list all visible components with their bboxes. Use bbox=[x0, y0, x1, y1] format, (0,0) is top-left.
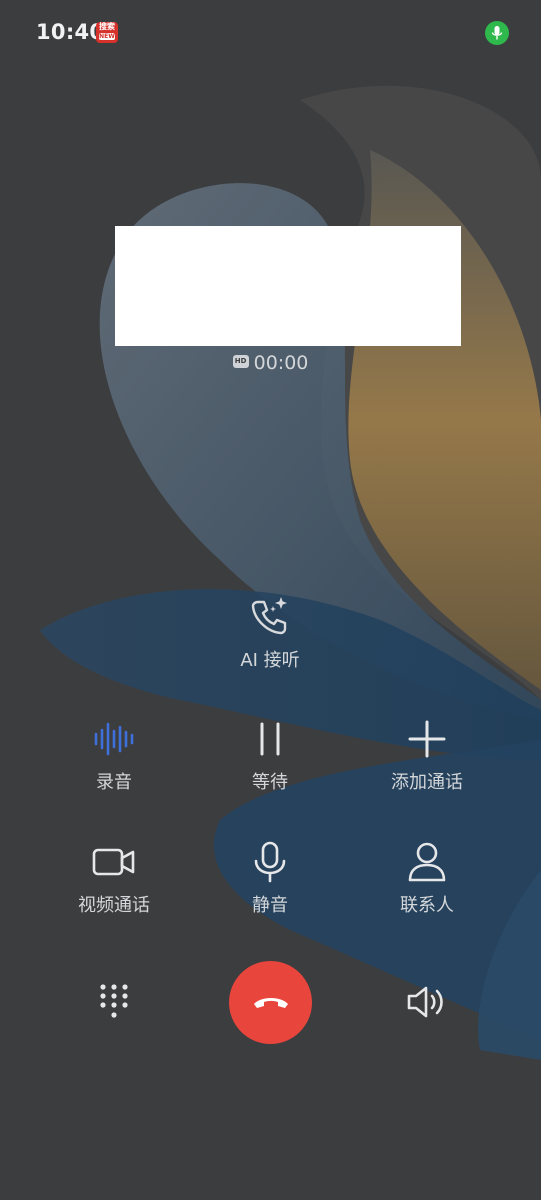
badge-top-text: 搜索 bbox=[99, 22, 115, 31]
dialpad-icon bbox=[100, 984, 128, 1018]
call-timer: HD 00:00 bbox=[0, 352, 541, 374]
status-time: 10:40 bbox=[36, 20, 105, 44]
news-app-notification-icon: 搜索 NEW bbox=[96, 22, 118, 43]
pause-icon bbox=[260, 722, 280, 756]
end-call-button[interactable] bbox=[229, 961, 312, 1044]
hold-label: 等待 bbox=[252, 772, 288, 793]
plus-icon bbox=[408, 720, 446, 758]
status-bar: 10:40 搜索 NEW bbox=[0, 0, 541, 66]
record-button[interactable]: 录音 bbox=[34, 718, 194, 794]
contacts-label: 联系人 bbox=[400, 895, 454, 916]
add-call-label: 添加通话 bbox=[391, 772, 463, 793]
ai-answer-button[interactable]: AI 接听 bbox=[190, 594, 350, 672]
phone-sparkle-icon bbox=[251, 597, 287, 635]
ai-answer-label: AI 接听 bbox=[240, 650, 300, 671]
microphone-in-use-icon bbox=[485, 21, 509, 45]
hd-badge: HD bbox=[232, 355, 249, 368]
record-label: 录音 bbox=[96, 772, 132, 793]
caller-info-redacted bbox=[115, 226, 461, 346]
dialpad-button[interactable] bbox=[84, 972, 144, 1032]
video-call-label: 视频通话 bbox=[78, 895, 150, 916]
microphone-icon bbox=[254, 841, 286, 883]
add-call-button[interactable]: 添加通话 bbox=[347, 718, 507, 794]
mute-label: 静音 bbox=[252, 895, 288, 916]
badge-sub-text: NEW bbox=[99, 33, 115, 40]
video-camera-icon bbox=[92, 848, 135, 876]
video-call-button[interactable]: 视频通话 bbox=[34, 841, 194, 917]
contact-person-icon bbox=[408, 842, 446, 882]
mute-button[interactable]: 静音 bbox=[190, 841, 350, 917]
contacts-button[interactable]: 联系人 bbox=[347, 841, 507, 917]
hang-up-icon bbox=[253, 997, 288, 1008]
speaker-button[interactable] bbox=[397, 972, 457, 1032]
call-duration: 00:00 bbox=[253, 352, 309, 374]
speaker-icon bbox=[407, 986, 443, 1018]
record-waveform-icon bbox=[94, 722, 134, 756]
hold-button[interactable]: 等待 bbox=[190, 718, 350, 794]
